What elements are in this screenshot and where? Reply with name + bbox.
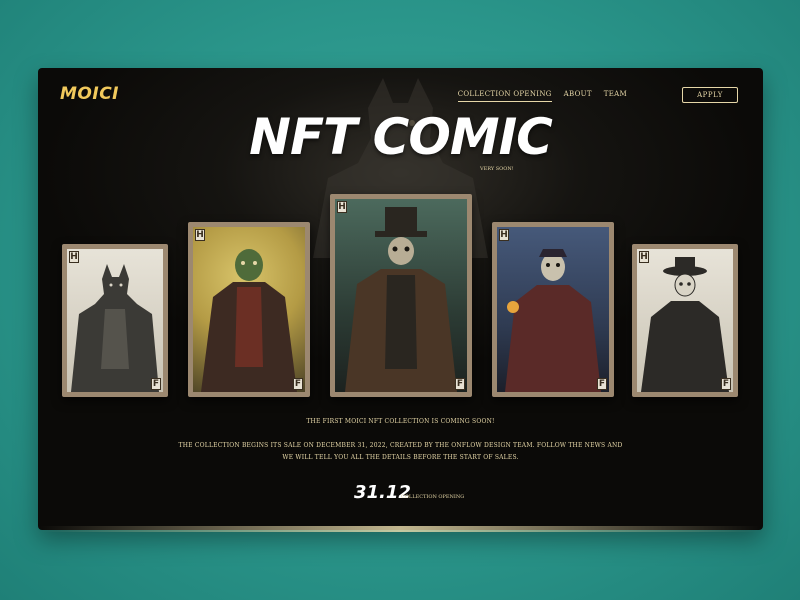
card-rank-top: H xyxy=(69,251,79,263)
card-artwork xyxy=(497,227,609,392)
nav-item-collection-opening[interactable]: Collection Opening xyxy=(457,90,552,102)
apply-button[interactable]: APPLY xyxy=(682,87,738,103)
goblin-figure xyxy=(201,249,297,392)
nft-card-werewolf[interactable]: H F xyxy=(62,244,168,397)
card-rank-top: H xyxy=(195,229,205,241)
hero-title: NFT COMIC xyxy=(249,108,553,166)
card-rank-top: H xyxy=(337,201,347,213)
info-body-line-1: The collection begins its sale on Decemb… xyxy=(178,442,623,449)
skull-cowboy-figure xyxy=(641,257,729,392)
card-rank-bottom: F xyxy=(293,378,303,390)
main-nav: Collection Opening About Team xyxy=(457,90,627,102)
card-rank-top: H xyxy=(499,229,509,241)
card-rank-bottom: F xyxy=(597,378,607,390)
nft-card-goblin[interactable]: H F xyxy=(188,222,310,397)
top-hat-skeleton-figure xyxy=(345,207,457,392)
window-bottom-glow xyxy=(40,526,760,532)
nav-item-team[interactable]: Team xyxy=(604,90,627,102)
nft-card-skull-cowboy[interactable]: H F xyxy=(632,244,738,397)
torch-skeleton-figure xyxy=(505,249,601,392)
brand-logo[interactable]: MOICI xyxy=(60,84,119,104)
card-artwork xyxy=(335,199,467,392)
card-artwork xyxy=(637,249,733,392)
info-headline: The first Moici NFT collection is coming… xyxy=(306,418,495,425)
nft-card-top-hat-skeleton[interactable]: H F xyxy=(330,194,472,397)
card-artwork xyxy=(193,227,305,392)
card-rank-bottom: F xyxy=(721,378,731,390)
info-body-line-2: we will tell you all the details before … xyxy=(282,454,519,461)
card-artwork xyxy=(67,249,163,392)
hero-subtitle: VERY SOON! xyxy=(480,166,514,172)
card-rank-bottom: F xyxy=(455,378,465,390)
card-rank-bottom: F xyxy=(151,378,161,390)
card-rank-top: H xyxy=(639,251,649,263)
nav-item-about[interactable]: About xyxy=(564,90,592,102)
werewolf-figure xyxy=(71,264,159,392)
landing-page-window: MOICI Collection Opening About Team APPL… xyxy=(38,68,763,530)
countdown-label: Collection Opening xyxy=(401,494,465,500)
nft-card-torch-skeleton[interactable]: H F xyxy=(492,222,614,397)
